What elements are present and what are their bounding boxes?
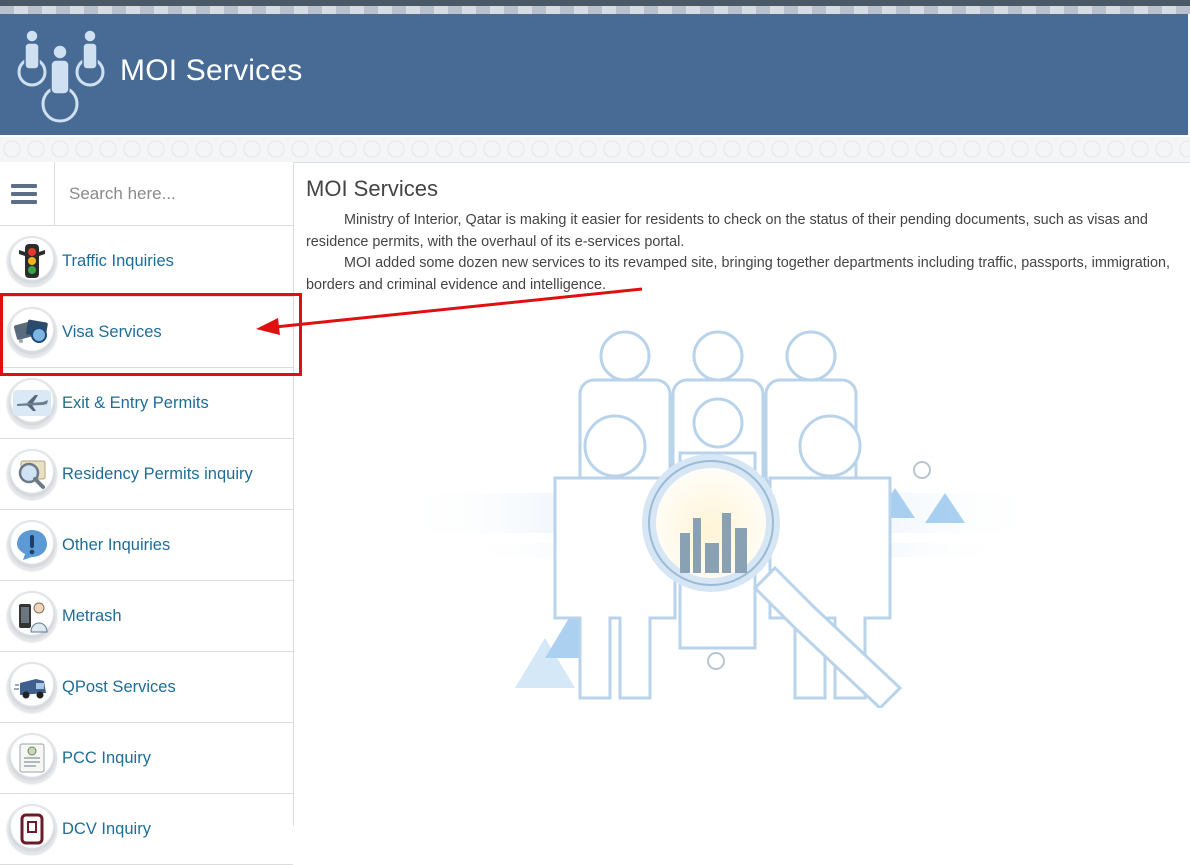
traffic-light-icon <box>7 236 57 286</box>
sidebar-item-metrash[interactable]: Metrash <box>0 581 293 652</box>
search-bar <box>0 162 293 226</box>
site-header: MOI Services <box>0 14 1188 135</box>
airplane-icon <box>7 378 57 428</box>
sidebar-item-label: PCC Inquiry <box>62 748 151 767</box>
id-card-search-icon <box>7 449 57 499</box>
delivery-truck-icon <box>7 662 57 712</box>
header-title: MOI Services <box>120 54 303 87</box>
people-network-logo-icon <box>17 29 105 123</box>
sidebar-item-label: Visa Services <box>62 322 162 341</box>
sidebar-item-label: QPost Services <box>62 677 176 696</box>
document-icon <box>7 804 57 854</box>
page-title: MOI Services <box>306 176 439 201</box>
sidebar-item-label: DCV Inquiry <box>62 819 151 838</box>
sidebar-item-label: Residency Permits inquiry <box>62 464 253 483</box>
services-paragraph: MOI added some dozen new services to its… <box>306 255 1170 293</box>
sidebar-item-pcc-inquiry[interactable]: PCC Inquiry <box>0 723 293 794</box>
search-input[interactable] <box>56 162 286 225</box>
sidebar-item-label: Metrash <box>62 606 122 625</box>
passport-icon <box>7 307 57 357</box>
certificate-icon <box>7 733 57 783</box>
main-content: MOI Services Ministry of Interior, Qatar… <box>306 176 1176 296</box>
decorative-pattern-band <box>0 137 1190 163</box>
sidebar-item-visa-services[interactable]: Visa Services <box>0 297 293 368</box>
hamburger-menu-icon[interactable] <box>0 162 55 225</box>
sidebar-item-dcv-inquiry[interactable]: DCV Inquiry <box>0 794 293 865</box>
exclamation-icon <box>7 520 57 570</box>
sidebar-item-label: Traffic Inquiries <box>62 251 174 270</box>
sidebar-item-traffic-inquiries[interactable]: Traffic Inquiries <box>0 226 293 297</box>
sidebar-item-qpost-services[interactable]: QPost Services <box>0 652 293 723</box>
phone-icon <box>7 591 57 641</box>
sidebar-item-exit-entry-permits[interactable]: Exit & Entry Permits <box>0 368 293 439</box>
sidebar-item-residency-permits-inquiry[interactable]: Residency Permits inquiry <box>0 439 293 510</box>
intro-paragraph: Ministry of Interior, Qatar is making it… <box>306 212 1148 250</box>
top-dark-bar <box>0 0 1190 6</box>
sidebar: Traffic Inquiries Visa Services Exit & E… <box>0 162 294 865</box>
sidebar-item-label: Other Inquiries <box>62 535 171 554</box>
sidebar-item-label: Exit & Entry Permits <box>62 393 209 412</box>
people-magnifier-illustration <box>395 330 1045 708</box>
sidebar-item-other-inquiries[interactable]: Other Inquiries <box>0 510 293 581</box>
